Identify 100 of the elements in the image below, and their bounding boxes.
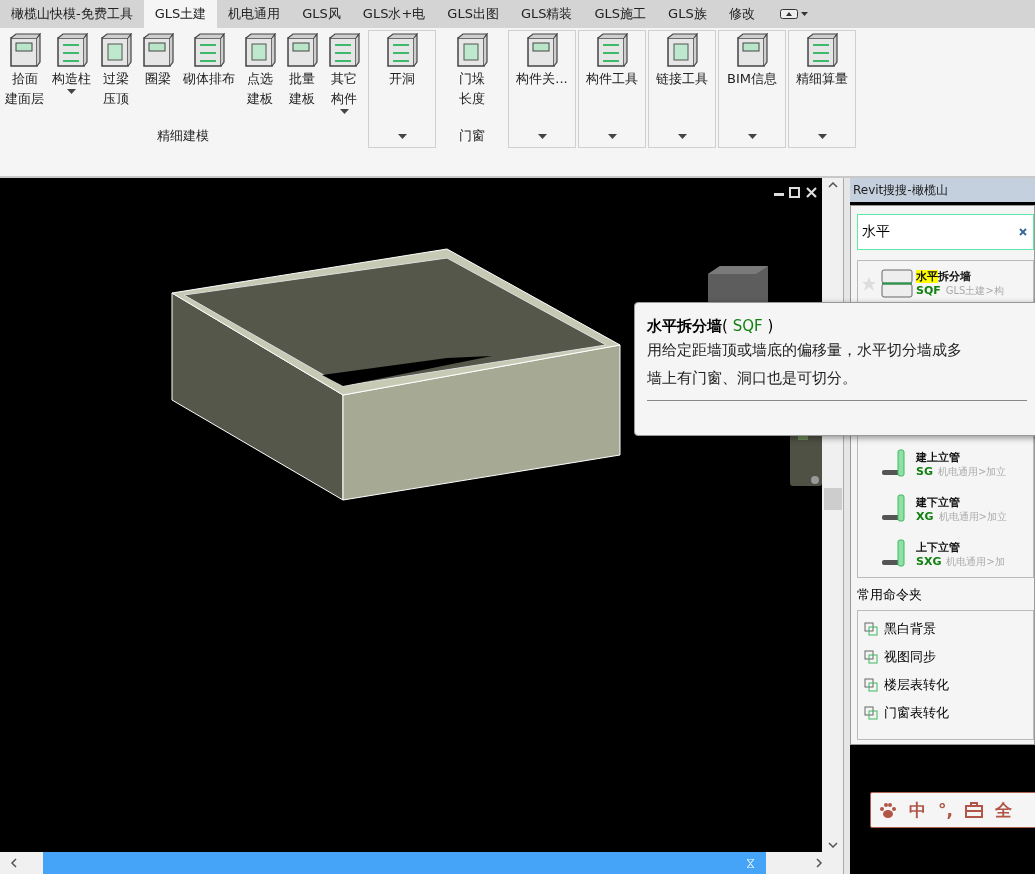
search-result-item[interactable]: 建上立管 SG 机电通用>加立 (858, 442, 1033, 487)
ribbon-tool-button[interactable]: 构件关... (509, 31, 575, 134)
tooltip-title: 水平拆分墙( SQF ) (647, 317, 775, 336)
scroll-right-icon[interactable] (816, 858, 823, 868)
command-item[interactable]: 黑白背景 (858, 615, 1033, 643)
search-result-item[interactable]: 建下立管 XG 机电通用>加立 (858, 487, 1033, 532)
ribbon-tab[interactable]: GLS族 (657, 0, 718, 28)
ime-toggle[interactable]: °, (938, 800, 953, 820)
ribbon-tab[interactable]: GLS水+电 (351, 0, 437, 28)
block-icon (243, 33, 277, 69)
block-icon (735, 33, 769, 69)
result-name: 建上立管 (916, 450, 961, 465)
ribbon-tool-button[interactable]: 链接工具 (649, 31, 715, 134)
ribbon-tool-button[interactable]: 构造柱 (48, 31, 95, 127)
ime-toggle[interactable]: 全 (994, 798, 1012, 822)
ribbon-tool-button[interactable]: 拾面 建面层 (1, 31, 48, 127)
search-field[interactable]: 水平 (857, 214, 1034, 250)
ribbon-tab[interactable]: GLS精装 (509, 0, 584, 28)
clear-icon[interactable] (1019, 228, 1027, 236)
window-controls-icon[interactable] (774, 186, 818, 198)
ribbon-tab[interactable]: GLS出图 (436, 0, 510, 28)
caret-icon[interactable] (800, 12, 808, 16)
ribbon-tool-button[interactable]: 批量 建板 (281, 31, 323, 127)
ribbon-minimize-icon[interactable] (779, 9, 798, 19)
shortcut-code: XG (916, 510, 934, 523)
panel-title: Revit搜搜-橄榄山 (850, 178, 1035, 202)
hourglass-icon (747, 858, 754, 868)
command-icon (864, 678, 878, 692)
block-icon (805, 33, 839, 69)
scrollbar-thumb[interactable] (823, 488, 842, 510)
block-icon (327, 33, 361, 69)
shortcut-code: SG (916, 465, 933, 478)
block-icon (665, 33, 699, 69)
panel-expand-button[interactable] (747, 134, 757, 139)
dropdown-arrow-icon (67, 89, 76, 94)
command-icon (864, 622, 878, 636)
block-icon (525, 33, 559, 69)
command-icon (864, 706, 878, 720)
block-icon (99, 33, 133, 69)
block-icon (192, 33, 226, 69)
panel-expand-button[interactable] (817, 134, 827, 139)
block-icon (285, 33, 319, 69)
ribbon-tab[interactable]: GLS土建 (143, 0, 218, 28)
ribbon-tab[interactable]: GLS风 (291, 0, 352, 28)
toolbox-icon[interactable] (964, 802, 983, 818)
scroll-left-icon[interactable] (10, 858, 17, 868)
panel-expand-button[interactable] (397, 134, 407, 139)
search-result-item[interactable]: 水平拆分墙 SQF GLS土建>构 (858, 261, 1033, 306)
tooltip-text: 墙上有门窗、洞口也是可切分。 (647, 368, 858, 389)
command-icon (864, 650, 878, 664)
shortcut-code: SXG (916, 555, 942, 568)
star-icon (862, 276, 876, 291)
block-icon (7, 33, 42, 69)
ribbon-tool-button[interactable]: 精细算量 (789, 31, 855, 134)
panel-expand-button[interactable] (677, 134, 687, 139)
caret-icon (397, 134, 407, 139)
category-path: 机电通用>加 (946, 555, 1005, 569)
paw-icon[interactable] (879, 802, 897, 818)
panel-expand-button[interactable] (537, 134, 547, 139)
dropdown-arrow-icon (339, 109, 349, 114)
ribbon-tab[interactable]: 机电通用 (217, 0, 292, 28)
ribbon-tool-button[interactable]: 过梁 压顶 (95, 31, 137, 127)
block-icon (54, 33, 89, 69)
ribbon-tool-button[interactable]: 圈梁 (137, 31, 179, 127)
caret-icon (747, 134, 757, 139)
ribbon-tab[interactable]: 橄榄山快模-免费工具 (0, 0, 144, 28)
ime-toggle[interactable]: 中 (909, 798, 926, 822)
section-label: 常用命令夹 (856, 586, 923, 604)
command-item[interactable]: 楼层表转化 (858, 671, 1033, 699)
ribbon-tool-button[interactable]: 门垛 长度 (439, 31, 505, 127)
scroll-up-icon[interactable] (827, 182, 838, 188)
command-item[interactable]: 门窗表转化 (858, 699, 1033, 727)
shortcut-code: SQF (916, 284, 941, 297)
ribbon-tab[interactable]: 修改 (717, 0, 766, 28)
caret-icon (607, 134, 617, 139)
group-label: 精细建模 (157, 127, 209, 145)
ribbon-tool-button[interactable]: 构件工具 (579, 31, 645, 134)
block-icon (455, 33, 489, 69)
category-path: 机电通用>加立 (938, 510, 1007, 524)
ribbon-tool-button[interactable]: 点选 建板 (239, 31, 281, 127)
ribbon-tool-button[interactable]: 其它 构件 (323, 31, 365, 127)
caret-icon (537, 134, 547, 139)
category-path: 机电通用>加立 (937, 465, 1007, 479)
block-icon (141, 33, 175, 69)
tooltip-text: 用给定距墙顶或墙底的偏移量，水平切分墙成多 (647, 340, 963, 361)
caret-icon (817, 134, 827, 139)
result-name: 上下立管 (916, 540, 961, 555)
group-label: 门窗 (459, 127, 485, 145)
search-result-item[interactable]: 上下立管 SXG 机电通用>加 (858, 532, 1033, 577)
category-path: GLS土建>构 (945, 284, 1004, 298)
block-icon (385, 33, 419, 69)
ribbon-tool-button[interactable]: BIM信息 (719, 31, 785, 134)
pipe-icon (880, 266, 914, 301)
ribbon-tool-button[interactable]: 开洞 (369, 31, 435, 134)
scroll-down-icon[interactable] (827, 842, 838, 848)
ribbon-tool-button[interactable]: 砌体排布 (179, 31, 239, 127)
command-item[interactable]: 视图同步 (858, 643, 1033, 671)
panel-expand-button[interactable] (607, 134, 617, 139)
ribbon-tab[interactable]: GLS施工 (583, 0, 658, 28)
horizontal-scrollbar[interactable] (0, 852, 843, 874)
